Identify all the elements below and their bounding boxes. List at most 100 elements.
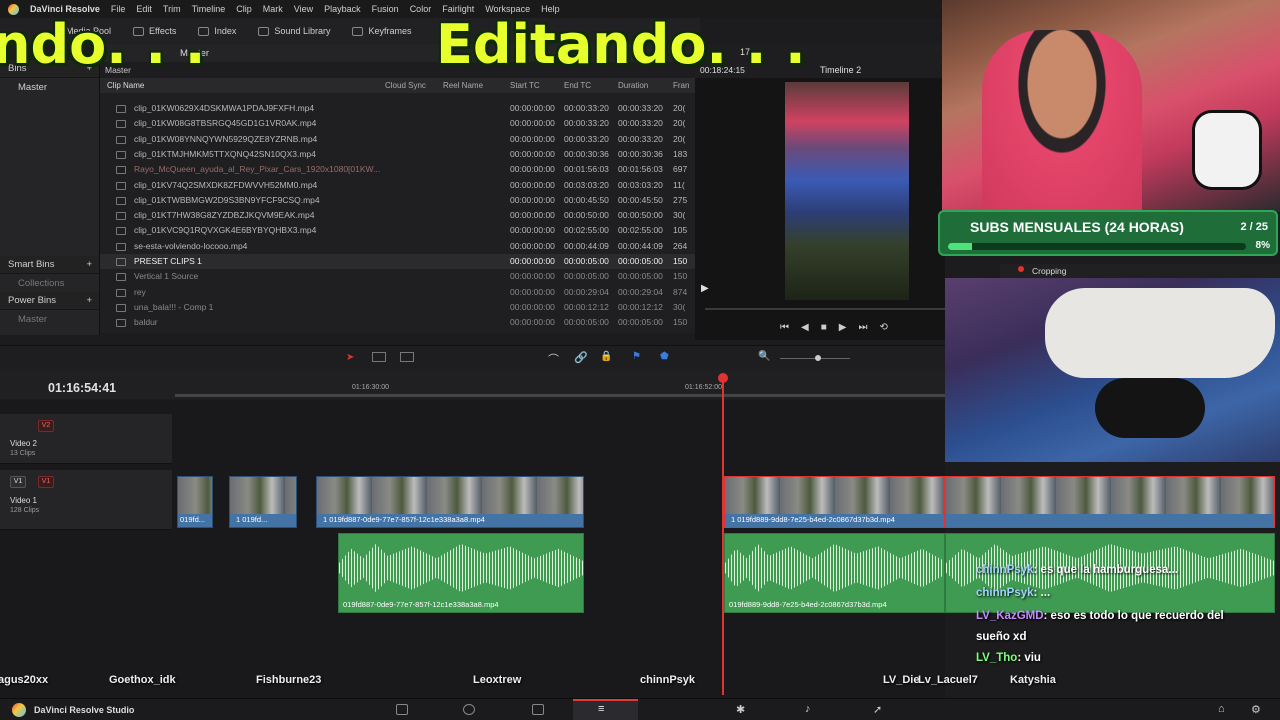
clip-row[interactable]: rey 00:00:00:00 00:00:29:04 00:00:29:04 874 — [100, 285, 695, 300]
col-duration[interactable]: Duration — [618, 81, 648, 90]
clip-thumbnail-icon — [116, 288, 126, 297]
col-clip-name[interactable]: Clip Name — [107, 81, 144, 90]
track-header-v2[interactable]: V2 Video 2 13 Clips — [0, 414, 172, 464]
clip-row[interactable]: clip_01KTWBBMGW2D9S3BN9YFCF9CSQ.mp4 00:00… — [100, 193, 695, 208]
timeline-timecode: 01:16:54:41 — [48, 381, 117, 395]
chat-username[interactable]: LV_KazGMD — [976, 610, 1044, 622]
keyframes-button[interactable]: Keyframes — [352, 26, 411, 36]
home-icon[interactable]: ⌂ — [1218, 703, 1225, 715]
timeline-name-dropdown[interactable]: Timeline 2 — [820, 65, 861, 75]
snapping-icon[interactable]: ⌒ — [548, 351, 559, 367]
track-id-badge[interactable]: V1 — [38, 476, 54, 488]
go-to-end-icon[interactable]: ⏭ — [858, 322, 867, 333]
video-clip-overflow[interactable] — [945, 476, 1275, 528]
play-forward-icon[interactable]: ▶ — [701, 283, 709, 294]
fairlight-page-icon[interactable]: ♪ — [805, 703, 811, 715]
menu-clip[interactable]: Clip — [236, 4, 252, 14]
go-to-start-icon[interactable]: ⏮ — [780, 322, 789, 333]
chat-username[interactable]: LV_Tho — [976, 652, 1017, 664]
zoom-icon[interactable]: 🔍 — [758, 351, 770, 362]
bin-master[interactable]: Master — [0, 78, 99, 96]
clip-name: clip_01KW08G8TBSRGQ45GD1G1VR0AK.mp4 — [134, 118, 317, 129]
clip-row[interactable]: clip_01KT7HW38G8ZYZDBZJKQVM9EAK.mp4 00:00… — [100, 208, 695, 223]
clip-row[interactable]: baldur 00:00:00:00 00:00:05:00 00:00:05:00 1… — [100, 315, 695, 330]
clip-duration: 00:00:05:00 — [618, 271, 663, 282]
webcam-bed — [945, 278, 1280, 462]
smart-bins-title: Smart Bins — [8, 259, 55, 270]
flag-icon[interactable]: ⚑ — [632, 351, 641, 362]
overlay-text-left: ndo. . . — [0, 13, 206, 76]
clip-thumbnail-icon — [116, 120, 126, 129]
link-icon[interactable]: 🔗 — [574, 351, 588, 364]
sound-library-icon — [258, 26, 270, 36]
marker-icon[interactable]: ⬟ — [660, 351, 669, 362]
clip-row[interactable]: una_bala!!! - Comp 1 00:00:00:00 00:00:12:… — [100, 300, 695, 315]
clip-row[interactable]: clip_01KW08G8TBSRGQ45GD1G1VR0AK.mp4 00:00… — [100, 116, 695, 131]
settings-gear-icon[interactable]: ⚙ — [1251, 703, 1261, 716]
track-source-badge[interactable]: V1 — [10, 476, 26, 488]
video-clip[interactable]: 1 019fd889-9dd8-7e25-b4ed-2c0867d37b3d.m… — [724, 476, 945, 528]
menu-playback[interactable]: Playback — [324, 4, 361, 14]
clip-end-tc: 00:00:12:12 — [564, 301, 609, 312]
col-cloud-sync[interactable]: Cloud Sync — [385, 81, 426, 90]
playhead[interactable] — [722, 375, 724, 695]
timeline-ruler[interactable]: 01:16:30:00 01:16:52:00 — [0, 369, 945, 399]
track-header-v1[interactable]: V1 V1 Video 1 128 Clips — [0, 470, 172, 530]
fusion-page-icon[interactable]: ✱ — [736, 703, 745, 716]
clip-row[interactable]: Rayo_McQueen_ayuda_al_Rey_Pixar_Cars_192… — [100, 162, 695, 177]
timeline-scrollbar[interactable] — [175, 394, 945, 397]
deliver-page-icon[interactable]: ➚ — [873, 703, 882, 716]
power-bins-title: Power Bins — [8, 295, 57, 306]
col-frames[interactable]: Fran — [673, 81, 689, 90]
clip-start-tc: 00:00:00:00 — [510, 194, 555, 205]
video-clip[interactable]: 1 019fd... — [229, 476, 297, 528]
col-start-tc[interactable]: Start TC — [510, 81, 540, 90]
zoom-slider-handle[interactable] — [815, 355, 821, 361]
power-bin-master[interactable]: Master — [0, 310, 99, 328]
recording-dot-icon — [1018, 266, 1024, 272]
clip-row[interactable]: clip_01KV74Q2SMXDK8ZFDWVVH52MM0.mp4 00:00… — [100, 178, 695, 193]
blade-tool-icon[interactable] — [400, 352, 414, 362]
timeline-page-icon[interactable]: ≡ — [598, 703, 604, 715]
cut-page-icon[interactable] — [463, 704, 475, 715]
chat-username[interactable]: chinnPsyk — [976, 587, 1034, 599]
audio-clip[interactable]: 019fd887-0de9-77e7-857f-12c1e338a3a8.mp4 — [338, 533, 584, 613]
col-reel-name[interactable]: Reel Name — [443, 81, 483, 90]
track-id-badge[interactable]: V2 — [38, 420, 54, 432]
chat-username[interactable]: chinnPsyk — [976, 564, 1034, 576]
clip-row[interactable]: PRESET CLIPS 1 00:00:00:00 00:00:05:00 00:0… — [100, 254, 695, 269]
viewer-scrubber[interactable] — [705, 308, 945, 310]
clip-row[interactable]: clip_01KW08YNNQYWN5929QZE8YZRNB.mp4 00:00… — [100, 132, 695, 147]
clip-row[interactable]: clip_01KTMJHMKM5TTXQNQ42SN10QX3.mp4 00:00… — [100, 147, 695, 162]
video-clip[interactable]: 019fd... — [177, 476, 213, 528]
clip-name: PRESET CLIPS 1 — [134, 256, 202, 266]
clip-row[interactable]: se-esta-volviendo-locooo.mp4 00:00:00:00 0… — [100, 239, 695, 254]
menu-mark[interactable]: Mark — [263, 4, 283, 14]
audio-clip[interactable]: 019fd889-9dd8-7e25-b4ed-2c0867d37b3d.mp4 — [724, 533, 945, 613]
lock-icon[interactable]: 🔒 — [600, 351, 612, 362]
col-end-tc[interactable]: End TC — [564, 81, 591, 90]
trim-tool-icon[interactable] — [372, 352, 386, 362]
menu-color[interactable]: Color — [410, 4, 432, 14]
video-clip[interactable]: 1 019fd887-0de9-77e7-857f-12c1e338a3a8.m… — [316, 476, 584, 528]
selection-tool-icon[interactable]: ➤ — [346, 352, 354, 363]
stop-icon[interactable]: ■ — [821, 322, 827, 333]
menu-view[interactable]: View — [294, 4, 313, 14]
clip-frames: 20( — [673, 133, 686, 144]
play-icon[interactable]: ▶ — [839, 322, 847, 333]
playhead-handle[interactable] — [718, 373, 728, 383]
add-power-bin-icon[interactable]: + — [86, 295, 92, 306]
clip-row[interactable]: Vertical 1 Source 00:00:00:00 00:00:05:00 0… — [100, 269, 695, 284]
clip-row[interactable]: clip_01KW0629X4DSKMWA1PDAJ9FXFH.mp4 00:00… — [100, 101, 695, 116]
step-back-icon[interactable]: ◀ — [801, 322, 809, 333]
loop-icon[interactable]: ⟲ — [879, 322, 887, 333]
clip-duration: 00:00:29:04 — [618, 286, 663, 297]
clip-frames: 105 — [673, 225, 688, 236]
sound-library-button[interactable]: Sound Library — [258, 26, 330, 36]
menu-fusion[interactable]: Fusion — [372, 4, 399, 14]
edit-page-icon[interactable] — [532, 704, 544, 715]
add-smart-bin-icon[interactable]: + — [86, 259, 92, 270]
bin-collections[interactable]: Collections — [0, 274, 99, 292]
media-page-icon[interactable] — [396, 704, 408, 715]
clip-row[interactable]: clip_01KVC9Q1RQVXGK4E6BYBYQHBX3.mp4 00:00… — [100, 223, 695, 238]
